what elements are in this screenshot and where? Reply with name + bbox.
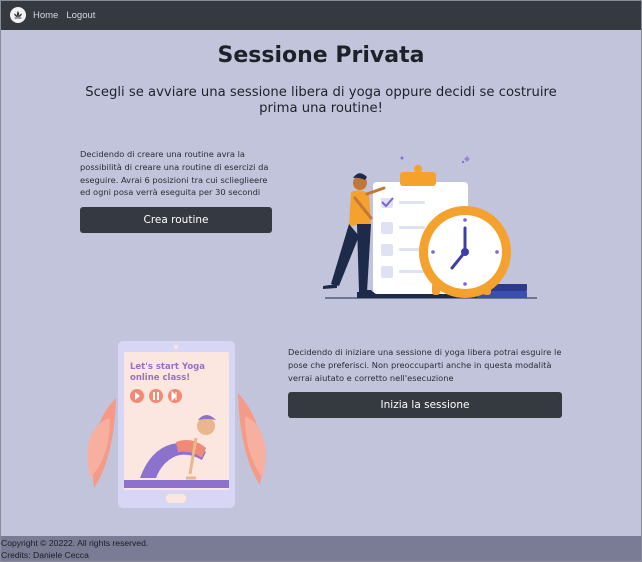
navbar: Home Logout — [0, 0, 642, 30]
routine-description: Decidendo di creare una routine avra la … — [80, 149, 269, 198]
tablet-yoga-class-illustration: Let's start Yoga online class! — [80, 338, 275, 510]
start-session-button[interactable]: Inizia la sessione — [288, 392, 562, 418]
footer: Copyright © 20222. All rights reserved. … — [0, 536, 642, 562]
tablet-heading-line1: Let's start Yoga — [130, 362, 205, 372]
free-session-description: Decidendo di iniziare una sessione di yo… — [288, 347, 562, 383]
lotus-logo-icon[interactable] — [10, 7, 26, 23]
tablet-heading-line2: online class! — [130, 373, 190, 383]
footer-credits: Credits: Daniele Cecca — [1, 550, 89, 560]
page-subtitle: Scegli se avviare una sessione libera di… — [85, 85, 557, 116]
nav-logout-link[interactable]: Logout — [66, 10, 95, 21]
nav-home-link[interactable]: Home — [33, 10, 58, 21]
create-routine-button[interactable]: Crea routine — [80, 207, 272, 233]
page-title: Sessione Privata — [217, 43, 425, 68]
checklist-clock-illustration — [305, 150, 545, 305]
footer-copyright: Copyright © 20222. All rights reserved. — [1, 538, 149, 548]
